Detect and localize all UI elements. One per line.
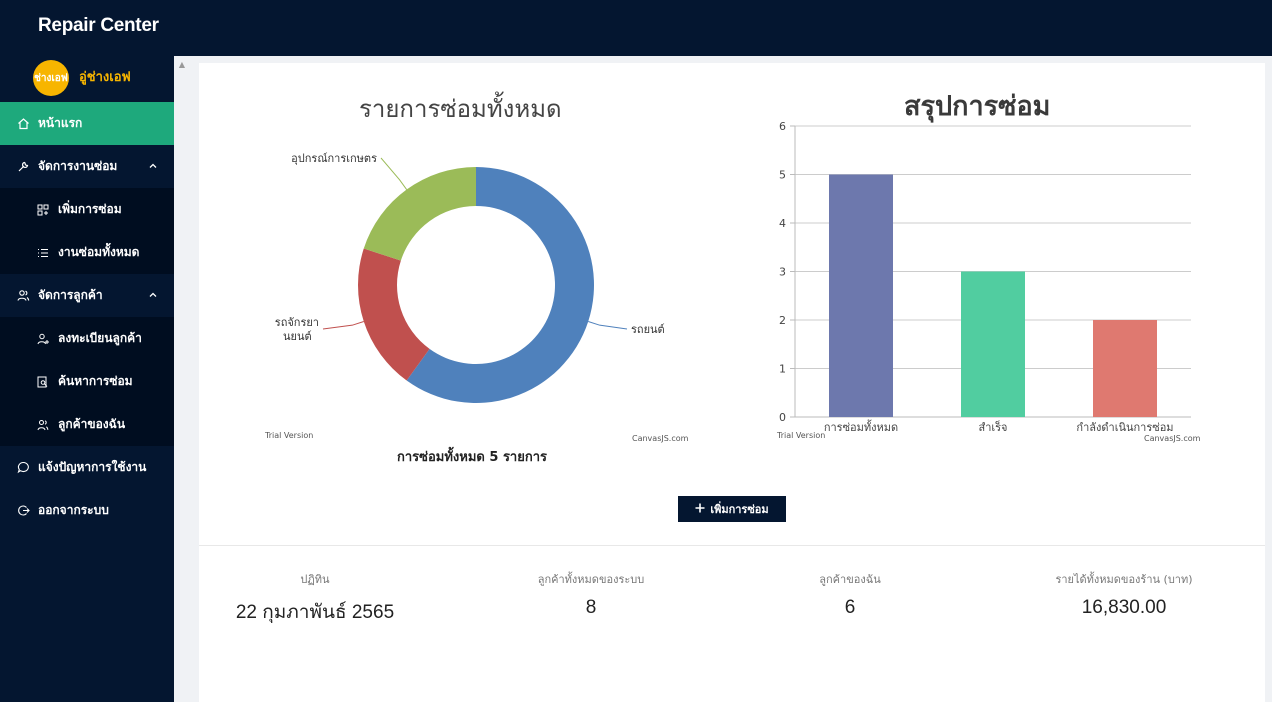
stat-label: รายได้ทั้งหมดของร้าน (บาท) bbox=[1055, 573, 1193, 586]
donut-label: รถยนต์ bbox=[631, 323, 665, 336]
list-icon bbox=[36, 246, 50, 260]
user-profile[interactable]: ช่างเอฟ อู่ช่างเอฟ bbox=[0, 56, 174, 102]
sidebar-item-label: จัดการลูกค้า bbox=[38, 288, 103, 302]
donut-leader-line bbox=[322, 320, 364, 330]
x-tick-label: กำลังดำเนินการซ่อม bbox=[1076, 421, 1173, 434]
y-tick-label: 4 bbox=[779, 217, 786, 230]
chat-icon bbox=[16, 461, 30, 475]
donut-caption: การซ่อมทั้งหมด 5 รายการ bbox=[397, 450, 548, 465]
bar-0[interactable] bbox=[829, 174, 893, 418]
stat-value: 8 bbox=[585, 597, 597, 618]
stat-label: ลูกค้าทั้งหมดของระบบ bbox=[537, 573, 645, 586]
stat-my-customers: ลูกค้าของฉัน 6 bbox=[720, 570, 980, 619]
sidebar-item-label: เพิ่มการซ่อม bbox=[58, 202, 122, 216]
add-repair-button[interactable]: เพิ่มการซ่อม bbox=[678, 496, 786, 522]
donut-leader-line bbox=[588, 320, 628, 330]
user-add-icon bbox=[36, 332, 50, 346]
donut-slice-2[interactable] bbox=[363, 167, 476, 261]
search-doc-icon bbox=[36, 375, 50, 389]
add-grid-icon bbox=[36, 203, 50, 217]
divider bbox=[199, 545, 1265, 546]
sidebar-item-label: หน้าแรก bbox=[38, 116, 83, 130]
donut-trial-label: Trial Version bbox=[265, 431, 314, 440]
bar-credit-link[interactable]: CanvasJS.com bbox=[1144, 434, 1200, 443]
sidebar-item-report-problem[interactable]: แจ้งปัญหาการใช้งาน bbox=[0, 446, 174, 489]
stat-value: 22 กุมภาพันธ์ 2565 bbox=[235, 602, 395, 623]
stat-label: ปฏิทิน bbox=[300, 573, 330, 586]
stat-total-income: รายได้ทั้งหมดของร้าน (บาท) 16,830.00 bbox=[994, 570, 1254, 619]
y-tick-label: 5 bbox=[779, 169, 786, 182]
sidebar-item-label: ค้นหาการซ่อม bbox=[58, 374, 133, 388]
stat-calendar: ปฏิทิน 22 กุมภาพันธ์ 2565 bbox=[185, 570, 445, 627]
sidebar-item-label: จัดการงานซ่อม bbox=[38, 159, 118, 173]
dashboard-card: รายการซ่อมทั้งหมด รถยนต์ รถจักรยานยนต์ อุป… bbox=[199, 63, 1265, 702]
users-icon bbox=[36, 418, 50, 432]
x-tick-label: การซ่อมทั้งหมด bbox=[824, 419, 898, 434]
sidebar-item-add-repair[interactable]: เพิ่มการซ่อม bbox=[0, 188, 174, 231]
chevron-up-icon bbox=[148, 289, 158, 303]
stat-label: ลูกค้าของฉัน bbox=[819, 573, 881, 586]
stat-value: 16,830.00 bbox=[1081, 597, 1167, 618]
bar-2[interactable] bbox=[1093, 320, 1157, 417]
donut-chart-title: รายการซ่อมทั้งหมด bbox=[359, 95, 562, 123]
y-tick-label: 0 bbox=[779, 411, 786, 424]
wrench-icon bbox=[16, 160, 30, 174]
bar-1[interactable] bbox=[961, 271, 1025, 418]
donut-label: อุปกรณ์การเกษตร bbox=[291, 152, 377, 165]
bar-chart: 0 1 2 3 4 5 6 การซ่อมทั้งหมด สำเร็จ กำลังดำเนินกา… bbox=[779, 120, 1191, 434]
x-tick-label: สำเร็จ bbox=[978, 420, 1007, 434]
sidebar-item-label: งานซ่อมทั้งหมด bbox=[58, 245, 140, 259]
donut-leader-line bbox=[380, 157, 408, 190]
sidebar-item-customer-management[interactable]: จัดการลูกค้า bbox=[0, 274, 174, 317]
plus-icon bbox=[695, 503, 705, 516]
donut-slice-1[interactable] bbox=[358, 248, 430, 381]
donut-label: รถจักรยานยนต์ bbox=[275, 316, 319, 343]
donut-chart: รถยนต์ รถจักรยานยนต์ อุปกรณ์การเกษตร bbox=[275, 152, 665, 404]
sidebar-item-register-customer[interactable]: ลงทะเบียนลูกค้า bbox=[0, 317, 174, 360]
home-icon bbox=[16, 117, 30, 131]
sidebar-item-label: ออกจากระบบ bbox=[38, 503, 109, 517]
stat-value: 6 bbox=[844, 597, 856, 618]
sidebar-item-repair-management[interactable]: จัดการงานซ่อม bbox=[0, 145, 174, 188]
top-bar: Repair Center bbox=[0, 0, 1272, 56]
avatar: ช่างเอฟ bbox=[33, 60, 69, 96]
sidebar-item-label: แจ้งปัญหาการใช้งาน bbox=[38, 460, 147, 474]
sidebar-item-search-repair[interactable]: ค้นหาการซ่อม bbox=[0, 360, 174, 403]
y-tick-label: 3 bbox=[779, 266, 786, 279]
users-icon bbox=[16, 289, 30, 303]
bar-trial-label: Trial Version bbox=[777, 431, 826, 440]
add-repair-label: เพิ่มการซ่อม bbox=[710, 503, 769, 516]
logout-icon bbox=[16, 504, 30, 518]
donut-credit-link[interactable]: CanvasJS.com bbox=[632, 434, 688, 443]
sidebar-item-all-repairs[interactable]: งานซ่อมทั้งหมด bbox=[0, 231, 174, 274]
y-tick-label: 2 bbox=[779, 314, 786, 327]
user-name: อู่ช่างเอฟ bbox=[79, 70, 131, 85]
y-tick-label: 1 bbox=[779, 363, 786, 376]
scroll-up-arrow[interactable]: ▲ bbox=[176, 60, 188, 70]
sidebar: ช่างเอฟ อู่ช่างเอฟ หน้าแรก จัดการงานซ่อม… bbox=[0, 56, 174, 702]
stat-total-customers: ลูกค้าทั้งหมดของระบบ 8 bbox=[461, 570, 721, 619]
sidebar-item-my-customers[interactable]: ลูกค้าของฉัน bbox=[0, 403, 174, 446]
app-title: Repair Center bbox=[38, 15, 159, 36]
sidebar-item-label: ลูกค้าของฉัน bbox=[58, 417, 126, 431]
y-tick-label: 6 bbox=[779, 120, 786, 133]
sidebar-item-label: ลงทะเบียนลูกค้า bbox=[58, 331, 142, 345]
sidebar-item-logout[interactable]: ออกจากระบบ bbox=[0, 489, 174, 532]
sidebar-item-home[interactable]: หน้าแรก bbox=[0, 102, 174, 145]
chevron-up-icon bbox=[148, 160, 158, 174]
